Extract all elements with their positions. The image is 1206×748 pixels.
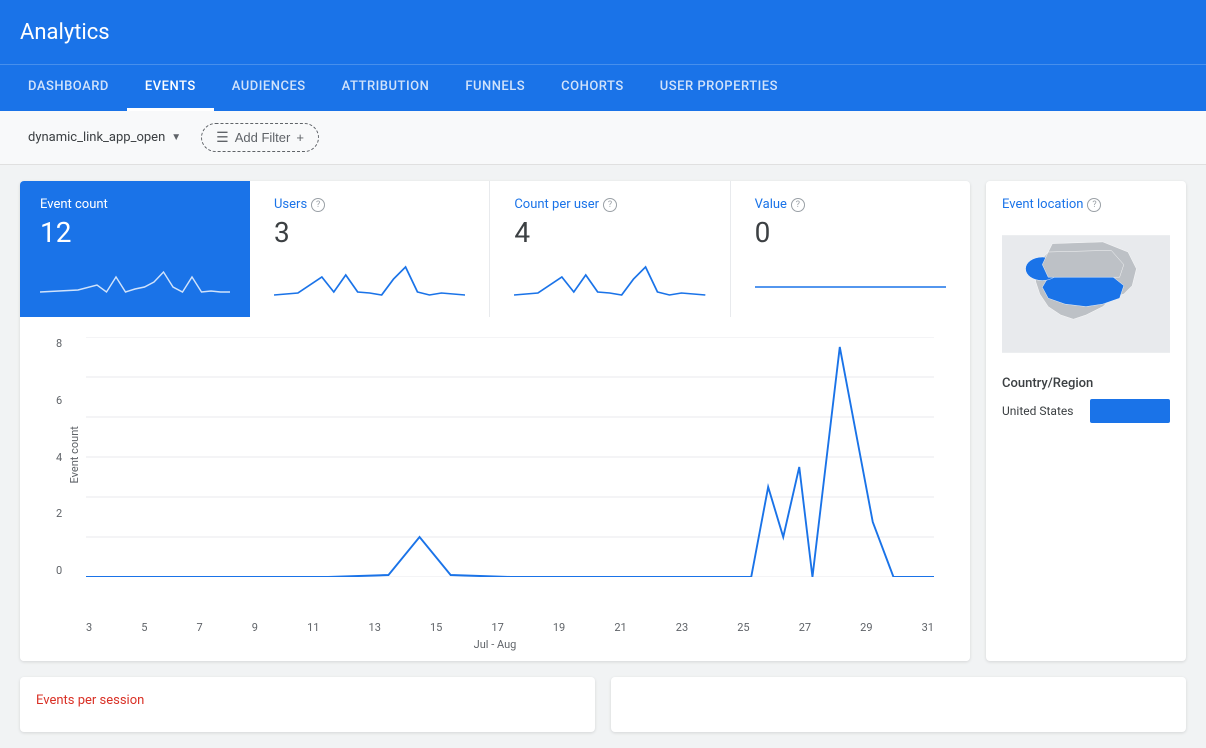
- app-header: Analytics: [0, 0, 1206, 64]
- right-panel: Event location ? Country/Region United S…: [986, 181, 1186, 661]
- y-tick-8: 8: [56, 337, 62, 350]
- united-states-row: United States: [1002, 399, 1170, 423]
- nav-cohorts[interactable]: COHORTS: [543, 65, 642, 111]
- map-visualization: [1002, 224, 1170, 364]
- add-filter-button[interactable]: ☰ Add Filter +: [201, 123, 319, 152]
- users-help-icon[interactable]: ?: [311, 198, 325, 212]
- count-per-user-help-icon[interactable]: ?: [603, 198, 617, 212]
- event-count-box: Event count 12: [20, 181, 250, 317]
- y-tick-6: 6: [56, 394, 62, 407]
- x-label-23: 23: [676, 621, 688, 634]
- y-tick-2: 2: [56, 507, 62, 520]
- x-label-3: 3: [86, 621, 92, 634]
- country-bar-us: [1090, 399, 1170, 423]
- country-name-us: United States: [1002, 404, 1082, 418]
- value-help-icon[interactable]: ?: [791, 198, 805, 212]
- event-count-sparkline: [40, 257, 230, 297]
- filter-icon: ☰: [216, 129, 229, 146]
- nav-user-properties[interactable]: USER PROPERTIES: [642, 65, 796, 111]
- event-location-help-icon[interactable]: ?: [1087, 198, 1101, 212]
- users-sparkline: [274, 257, 465, 297]
- nav-dashboard[interactable]: DASHBOARD: [10, 65, 127, 111]
- filter-bar: dynamic_link_app_open ▼ ☰ Add Filter +: [0, 111, 1206, 165]
- nav-audiences[interactable]: AUDIENCES: [214, 65, 324, 111]
- nav-events[interactable]: EVENTS: [127, 65, 214, 111]
- value-stat-box: Value ? 0: [731, 181, 970, 317]
- users-label: Users ?: [274, 197, 465, 212]
- x-label-9: 9: [252, 621, 258, 634]
- bottom-card-2: [611, 677, 1186, 732]
- events-per-session-card: Events per session: [20, 677, 595, 732]
- x-axis-title: Jul - Aug: [36, 638, 954, 651]
- x-label-25: 25: [737, 621, 749, 634]
- event-dropdown[interactable]: dynamic_link_app_open ▼: [20, 124, 189, 151]
- left-panel: Event count 12 Users ? 3: [20, 181, 970, 661]
- add-filter-label: Add Filter: [235, 130, 291, 145]
- x-label-27: 27: [799, 621, 811, 634]
- events-per-session-title: Events per session: [36, 693, 579, 708]
- event-location-title: Event location ?: [1002, 197, 1170, 212]
- count-per-user-value: 4: [514, 216, 705, 249]
- count-per-user-label: Count per user ?: [514, 197, 705, 212]
- nav-attribution[interactable]: ATTRIBUTION: [324, 65, 448, 111]
- count-per-user-sparkline: [514, 257, 705, 297]
- stats-top-row: Event count 12 Users ? 3: [20, 181, 970, 317]
- main-chart-area: Event count 8 6 4 2: [20, 317, 970, 661]
- x-label-5: 5: [141, 621, 147, 634]
- y-tick-0: 0: [56, 564, 62, 577]
- value-sparkline: [755, 257, 946, 297]
- x-label-21: 21: [614, 621, 626, 634]
- country-region-label: Country/Region: [1002, 376, 1170, 391]
- stats-card: Event count 12 Users ? 3: [20, 181, 970, 661]
- nav-funnels[interactable]: FUNNELS: [447, 65, 543, 111]
- event-dropdown-value: dynamic_link_app_open: [28, 130, 165, 145]
- x-label-13: 13: [369, 621, 381, 634]
- event-count-label: Event count: [40, 197, 230, 212]
- main-content: Event count 12 Users ? 3: [0, 165, 1206, 677]
- y-axis-label: Event count: [68, 426, 81, 483]
- app-title: Analytics: [20, 20, 110, 45]
- bottom-section: Events per session: [0, 677, 1206, 748]
- x-label-7: 7: [197, 621, 203, 634]
- main-chart-svg: 8 6 4 2 0: [86, 337, 934, 577]
- users-stat-box: Users ? 3: [250, 181, 490, 317]
- count-per-user-stat-box: Count per user ? 4: [490, 181, 730, 317]
- y-tick-4: 4: [56, 451, 62, 464]
- x-label-11: 11: [307, 621, 319, 634]
- users-value: 3: [274, 216, 465, 249]
- add-filter-plus-icon: +: [296, 130, 304, 145]
- x-label-15: 15: [430, 621, 442, 634]
- event-count-value: 12: [40, 216, 230, 249]
- map-svg: [1002, 224, 1170, 364]
- x-label-19: 19: [553, 621, 565, 634]
- x-label-31: 31: [922, 621, 934, 634]
- value-label: Value ?: [755, 197, 946, 212]
- dropdown-arrow-icon: ▼: [171, 132, 181, 143]
- main-nav: DASHBOARD EVENTS AUDIENCES ATTRIBUTION F…: [0, 64, 1206, 111]
- x-label-17: 17: [491, 621, 503, 634]
- x-axis-labels: 3 5 7 9 11 13 15 17 19 21 23 25 27 29 31: [86, 621, 934, 634]
- x-label-29: 29: [860, 621, 872, 634]
- value-value: 0: [755, 216, 946, 249]
